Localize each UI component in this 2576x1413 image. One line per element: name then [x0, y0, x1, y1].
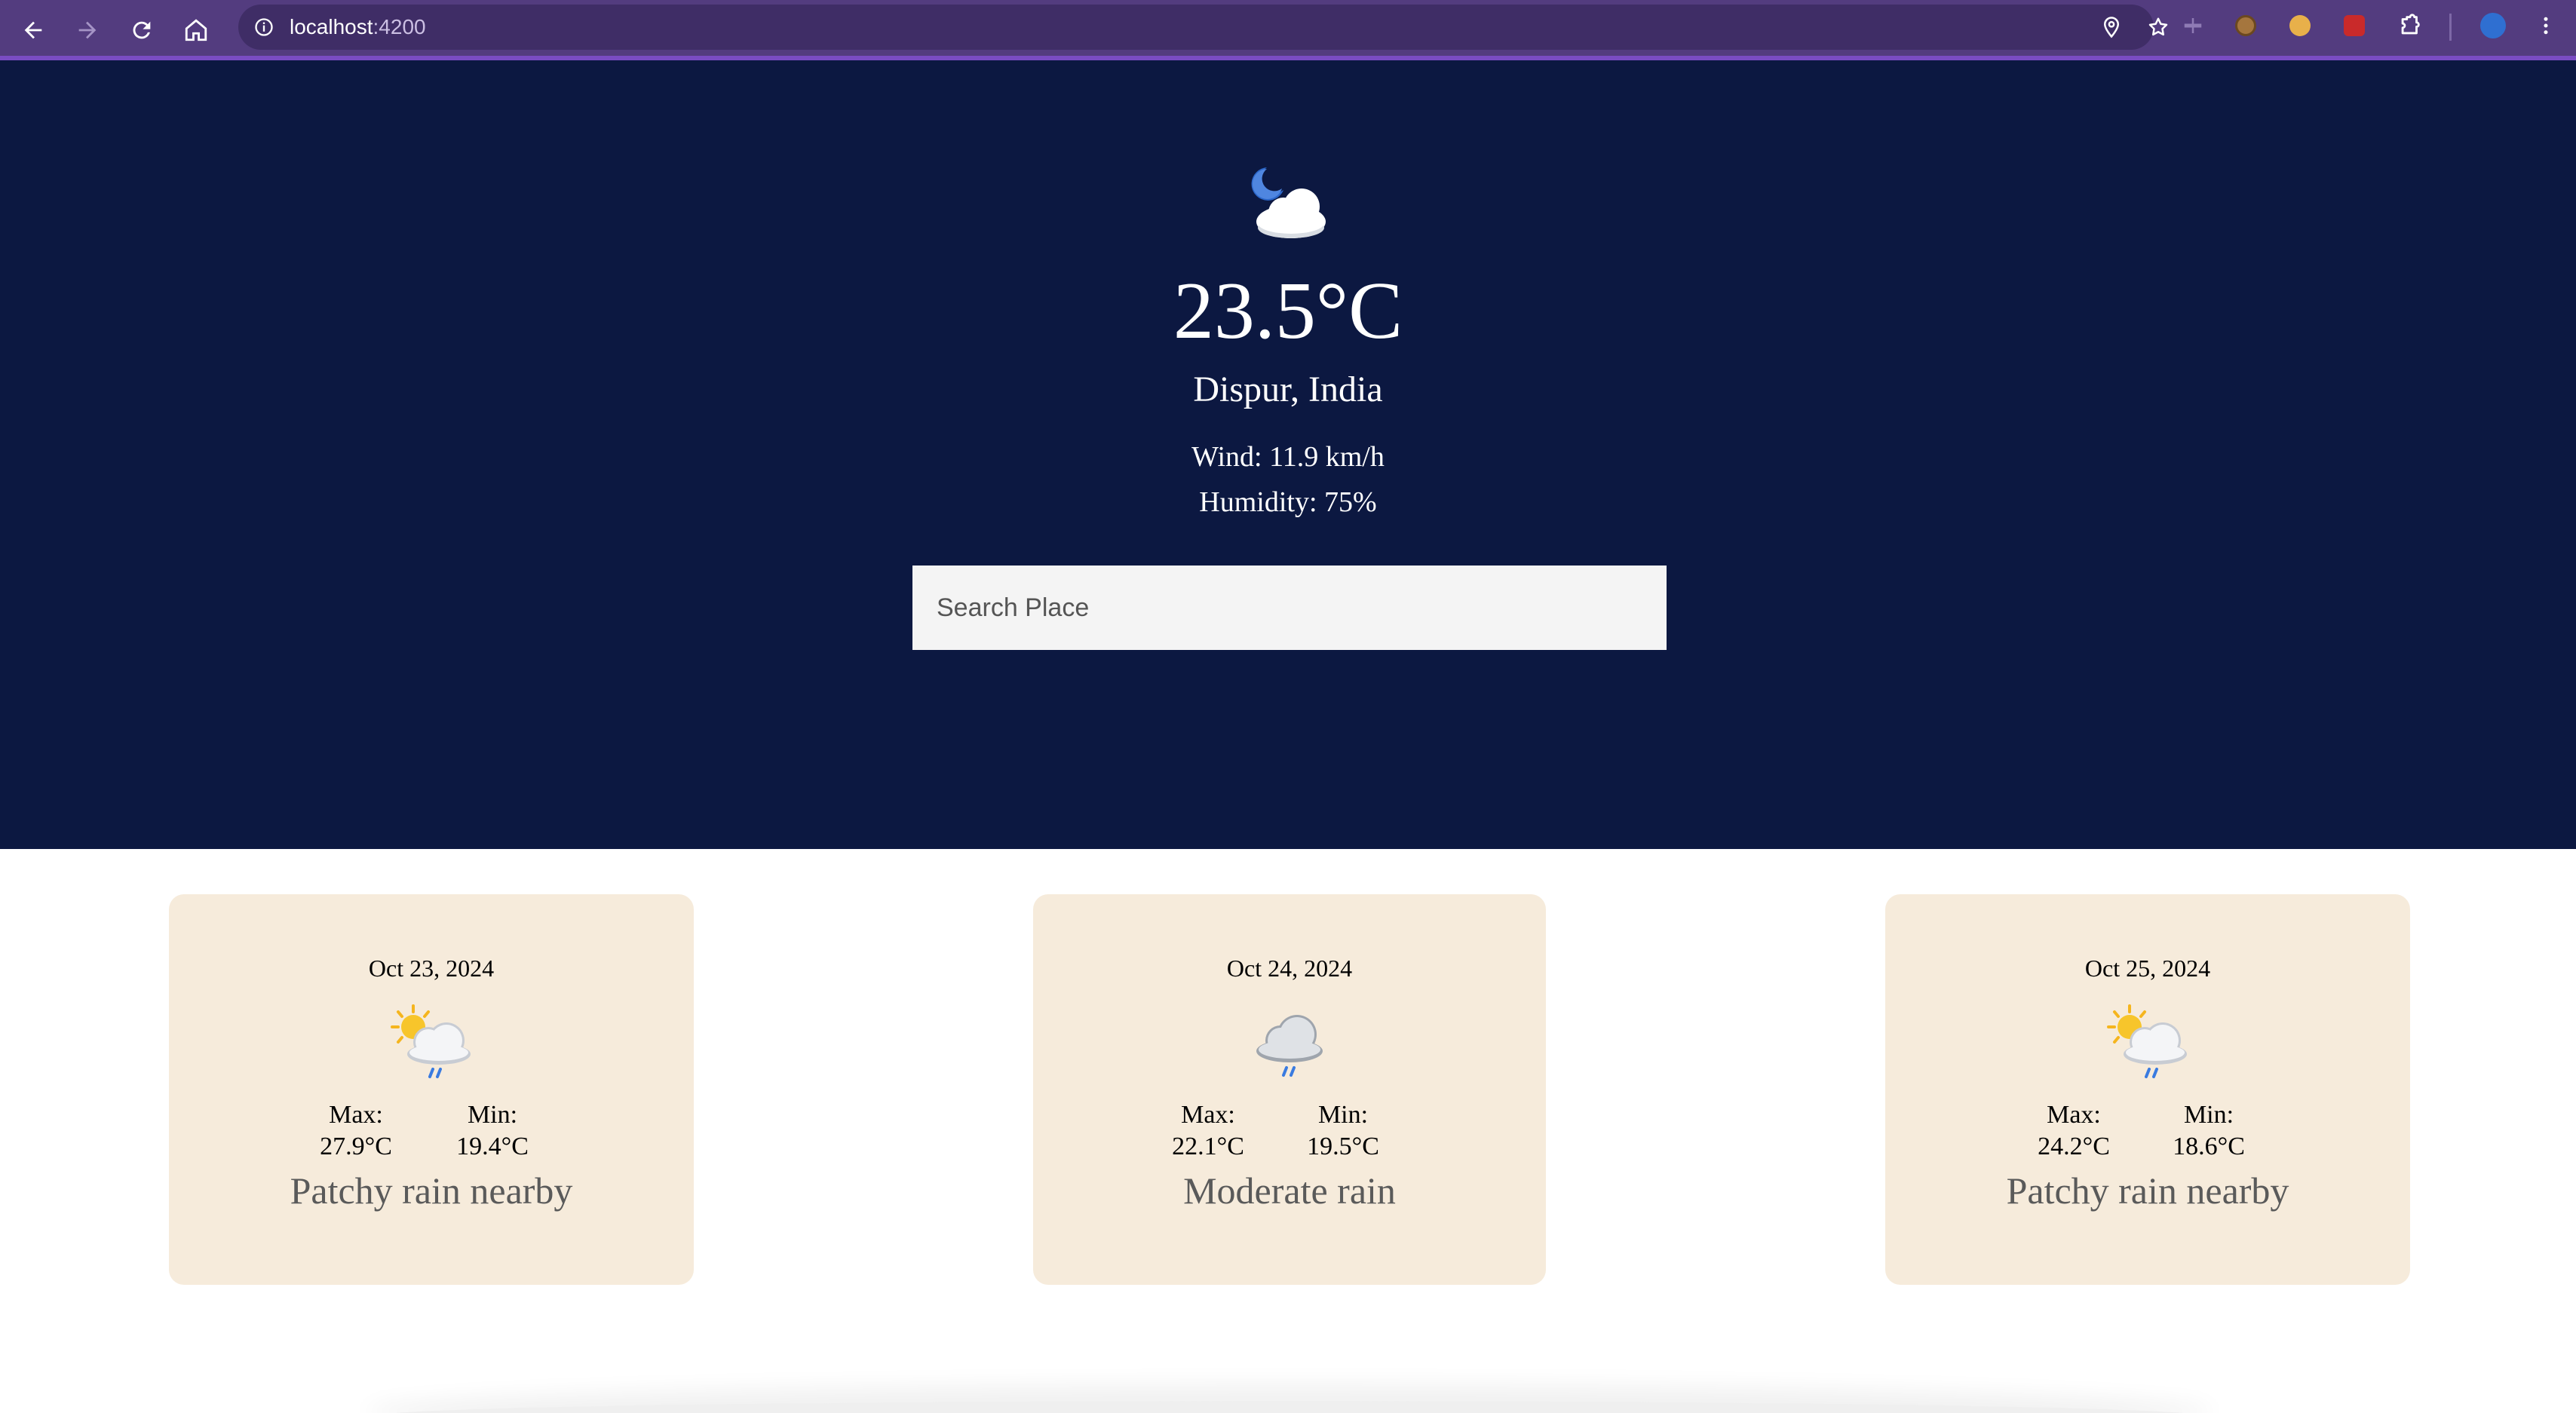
- url-host: localhost: [290, 15, 373, 38]
- search-input[interactable]: [912, 566, 1667, 650]
- forecast-condition: Patchy rain nearby: [2006, 1169, 2289, 1212]
- profile-avatar-icon[interactable]: [2478, 11, 2508, 41]
- home-icon: [185, 19, 207, 41]
- max-temp: Max: 22.1°C: [1159, 1099, 1257, 1163]
- forecast-card: Oct 25, 2024 Max: 24.2°C Min: 18.6°C Pat…: [1885, 894, 2410, 1285]
- forecast-card: Oct 23, 2024 Max: 27.9°C Min: 19.4°C Pat…: [169, 894, 694, 1285]
- forecast-condition: Patchy rain nearby: [290, 1169, 573, 1212]
- reload-icon: [133, 21, 151, 39]
- sun-cloud-rain-icon: [2107, 1004, 2187, 1078]
- browser-toolbar: localhost:4200: [0, 0, 2576, 60]
- url-port: :4200: [373, 15, 426, 38]
- browser-menu-icon[interactable]: [2531, 11, 2561, 41]
- extensions-puzzle-icon[interactable]: [2395, 11, 2425, 41]
- min-temp: Min: 19.5°C: [1294, 1099, 1392, 1163]
- min-value: 19.5°C: [1307, 1133, 1379, 1160]
- home-button[interactable]: [175, 9, 217, 51]
- extension-ruler-icon[interactable]: [2178, 11, 2208, 41]
- min-value: 18.6°C: [2173, 1133, 2245, 1160]
- max-value: 22.1°C: [1172, 1133, 1244, 1160]
- max-temp: Max: 24.2°C: [2025, 1099, 2123, 1163]
- cloud-rain-icon: [1256, 1015, 1323, 1077]
- current-temperature: 23.5°C: [1173, 266, 1403, 356]
- humidity: Humidity: 75%: [1199, 486, 1377, 518]
- back-arrow-icon: [24, 21, 42, 39]
- moon-cloud-icon: [1251, 167, 1326, 238]
- bookmark-star-icon[interactable]: [2143, 12, 2173, 42]
- max-label: Max:: [329, 1101, 383, 1129]
- reload-button[interactable]: [121, 9, 163, 51]
- max-temp: Max: 27.9°C: [307, 1099, 405, 1163]
- extension-cookie-icon[interactable]: [2231, 11, 2261, 41]
- back-button[interactable]: [12, 9, 54, 51]
- min-temp: Min: 18.6°C: [2160, 1099, 2258, 1163]
- forward-button[interactable]: [66, 9, 109, 51]
- max-label: Max:: [1181, 1101, 1235, 1129]
- forward-arrow-icon: [78, 21, 97, 39]
- max-value: 24.2°C: [2038, 1133, 2110, 1160]
- min-label: Min:: [2183, 1101, 2234, 1129]
- forecast-condition: Moderate rain: [1183, 1169, 1396, 1212]
- address-bar[interactable]: localhost:4200: [238, 5, 2168, 50]
- min-label: Min:: [1317, 1101, 1369, 1129]
- forecast-date: Oct 24, 2024: [1226, 955, 1353, 982]
- site-info-icon[interactable]: [250, 14, 278, 41]
- min-label: Min:: [467, 1101, 518, 1129]
- forecast-date: Oct 25, 2024: [2084, 955, 2211, 982]
- current-location: Dispur, India: [1193, 369, 1383, 409]
- wind-speed: Wind: 11.9 km/h: [1191, 441, 1385, 473]
- forecast-card: Oct 24, 2024 Max: 22.1°C Min: 19.5°C Mod…: [1033, 894, 1546, 1285]
- url-text: localhost:4200: [290, 5, 426, 50]
- current-weather-panel: 23.5°C Dispur, India Wind: 11.9 km/h Hum…: [0, 60, 2576, 849]
- toolbar-divider: [2449, 14, 2452, 41]
- location-pin-icon[interactable]: [2096, 12, 2127, 42]
- min-value: 19.4°C: [456, 1133, 529, 1160]
- extension-red-icon[interactable]: [2339, 11, 2369, 41]
- sun-cloud-rain-icon: [391, 1004, 471, 1078]
- max-label: Max:: [2047, 1101, 2101, 1129]
- bottom-panel-edge: [377, 1401, 2202, 1413]
- max-value: 27.9°C: [320, 1133, 392, 1160]
- extension-cookie-face-icon[interactable]: [2285, 11, 2315, 41]
- forecast-date: Oct 23, 2024: [368, 955, 495, 982]
- min-temp: Min: 19.4°C: [443, 1099, 541, 1163]
